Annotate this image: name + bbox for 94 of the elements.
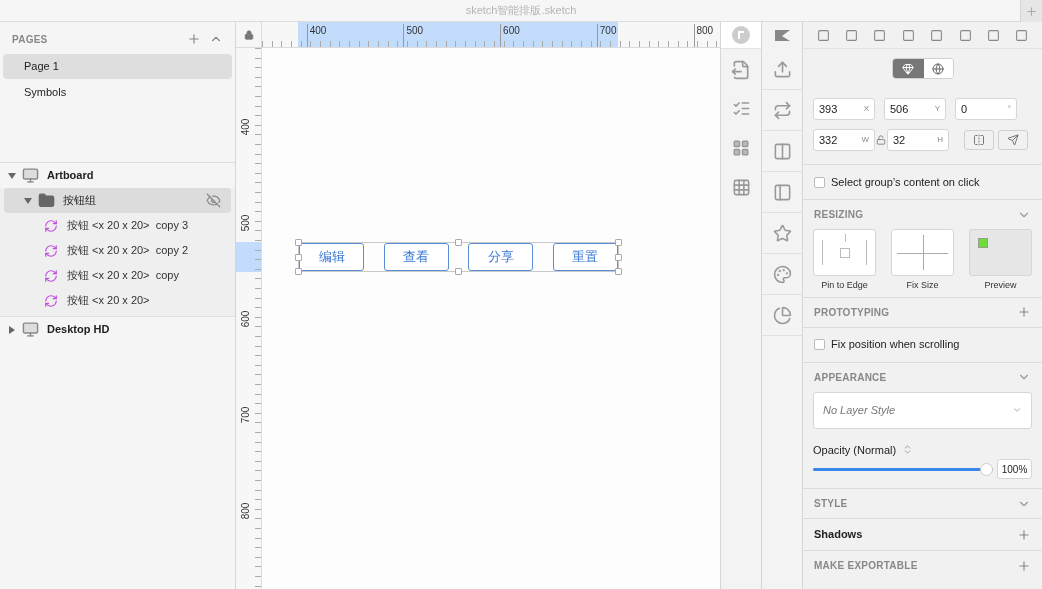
canvas-button[interactable]: 查看 (383, 243, 449, 271)
section-title: PROTOTYPING (814, 305, 890, 320)
plugin-logo-icon[interactable] (732, 26, 750, 44)
canvas-button[interactable]: 编辑 (299, 243, 364, 271)
lock-icon[interactable] (243, 29, 254, 40)
page-item[interactable]: Symbols (3, 80, 232, 105)
chevron-down-icon (1012, 405, 1022, 415)
ruler-label: 700 (239, 406, 252, 424)
design-tab[interactable] (892, 59, 924, 78)
grid-blocks-icon[interactable] (732, 139, 750, 157)
export-page-icon[interactable] (731, 60, 751, 80)
plus-icon (1025, 4, 1038, 18)
unlock-icon[interactable] (876, 135, 886, 145)
add-icon[interactable] (1017, 558, 1031, 573)
checkbox[interactable] (814, 176, 825, 188)
layer-name[interactable]: 按钮 <x 20 x 20> (67, 292, 150, 309)
resize-handle[interactable] (615, 239, 622, 246)
fix-size-tile[interactable] (891, 229, 954, 276)
opacity-slider[interactable] (813, 462, 993, 476)
layer-name[interactable]: 按钮 <x 20 x 20> copy 2 (67, 242, 189, 259)
flip-arrow-icon (1007, 134, 1019, 146)
layer-name[interactable]: Artboard (47, 167, 94, 184)
resize-handle[interactable] (295, 239, 302, 246)
layer-name[interactable]: 按钮 <x 20 x 20> copy (67, 267, 179, 284)
layer-name[interactable]: 按钮 <x 20 x 20> copy 3 (67, 217, 189, 234)
preview-tile[interactable] (969, 229, 1032, 276)
canvas-button[interactable]: 分享 (468, 243, 534, 271)
diamond-icon (902, 62, 914, 75)
ruler-triangle-icon[interactable] (773, 29, 791, 42)
table-grid-icon[interactable] (731, 178, 751, 197)
canvas-button[interactable]: 重置 (552, 243, 618, 271)
number-field[interactable]: 32 H (887, 129, 949, 151)
collapsed-arrow-icon[interactable] (8, 325, 16, 334)
layout-icon[interactable] (772, 141, 792, 161)
flip-vertical-button[interactable] (998, 130, 1028, 150)
upload-icon[interactable] (772, 59, 792, 79)
artboard-icon (22, 321, 39, 338)
add-shadow-icon[interactable] (1017, 527, 1031, 542)
artboard-row[interactable]: Artboard (0, 163, 235, 188)
page-item[interactable]: Page 1 (3, 54, 232, 79)
panel-icon[interactable] (772, 182, 792, 202)
pin-to-edge-tile[interactable] (813, 229, 876, 276)
artboard-row[interactable]: Desktop HD (0, 317, 235, 342)
pie-chart-icon[interactable] (772, 305, 792, 325)
add-tab-button[interactable] (1020, 0, 1042, 22)
layer-name[interactable]: Desktop HD (47, 321, 110, 338)
folder-icon (38, 192, 55, 209)
checkbox-label: Fix position when scrolling (831, 337, 960, 353)
number-field[interactable]: 332 W (813, 129, 875, 151)
section-title: MAKE EXPORTABLE (814, 559, 918, 573)
ruler-label: 800 (239, 502, 252, 520)
ruler-label: 400 (239, 118, 252, 136)
tile-label: Pin to Edge (821, 279, 868, 292)
opacity-label: Opacity (Normal) (813, 442, 897, 458)
add-page-icon[interactable] (187, 32, 201, 46)
list-icon[interactable] (731, 99, 751, 118)
artboard-icon (22, 167, 39, 184)
section-title: APPEARANCE (814, 370, 887, 385)
tile-label: Fix Size (906, 279, 939, 292)
shadows-label: Shadows (814, 527, 863, 543)
number-field[interactable]: 506 Y (884, 98, 946, 120)
section-title: RESIZING (814, 208, 864, 222)
hidden-eye-icon[interactable] (206, 193, 221, 208)
expanded-arrow-icon[interactable] (8, 171, 16, 180)
swap-icon[interactable] (772, 100, 792, 120)
number-field[interactable]: 393 X (813, 98, 875, 120)
tile-label: Preview (984, 279, 1017, 292)
section-title: STYLE (814, 497, 848, 511)
symbol-icon (44, 268, 58, 283)
palette-icon[interactable] (772, 264, 792, 284)
opacity-field[interactable]: 100% (997, 459, 1032, 479)
ruler-label: 500 (239, 214, 252, 232)
pages-header: PAGES (12, 32, 48, 47)
checkbox[interactable] (814, 339, 825, 350)
layer-style-select[interactable]: No Layer Style (813, 391, 1032, 429)
ruler-highlight (236, 242, 261, 272)
number-field[interactable]: 0 ° (955, 98, 1017, 120)
resize-handle[interactable] (455, 239, 462, 246)
resize-handle[interactable] (455, 268, 462, 275)
layer-name[interactable]: 按钮组 (63, 192, 96, 209)
add-icon[interactable] (1017, 305, 1031, 319)
globe-icon (932, 62, 944, 75)
layer-row[interactable]: 按钮组 (4, 188, 231, 213)
star-frame-icon[interactable] (772, 223, 792, 243)
flip-horizontal-button[interactable] (964, 130, 994, 150)
expanded-arrow-icon[interactable] (24, 196, 32, 205)
flip-icon (973, 134, 985, 146)
symbol-icon (44, 218, 58, 233)
ruler-label: 600 (239, 310, 252, 328)
prototype-tab[interactable] (923, 59, 953, 78)
checkbox-label: Select group’s content on click (831, 174, 980, 190)
symbol-icon (44, 243, 58, 258)
selection-box[interactable]: 编辑 查看 分享 重置 (298, 242, 619, 272)
symbol-icon (44, 293, 58, 308)
